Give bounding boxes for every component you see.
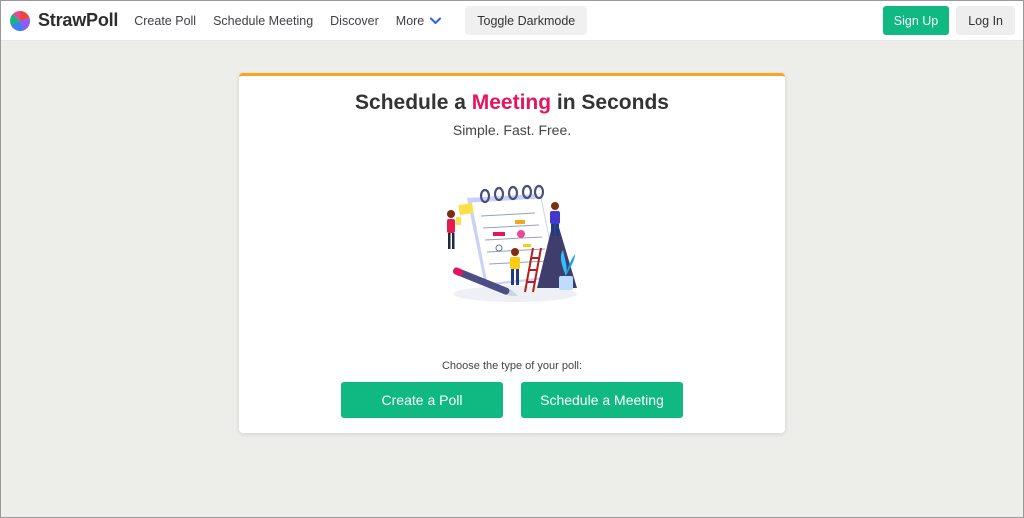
nav-links: Create Poll Schedule Meeting Discover Mo… [134,6,588,35]
chevron-down-icon [430,17,442,24]
top-navbar: StrawPoll Create Poll Schedule Meeting D… [1,1,1023,41]
login-button[interactable]: Log In [956,6,1015,35]
hero-card: Schedule a Meeting in Seconds Simple. Fa… [239,73,785,433]
brand-name: StrawPoll [38,10,119,30]
page-title: Schedule a Meeting in Seconds [239,91,785,115]
nav-more-dropdown[interactable]: More [395,13,442,28]
nav-create-poll[interactable]: Create Poll [134,14,196,28]
brand-home-link[interactable]: StrawPoll [10,10,118,31]
nav-auth: Sign Up Log In [882,6,1015,35]
title-part-2: in Seconds [551,91,669,114]
choose-poll-type-label: Choose the type of your poll: [441,360,583,372]
nav-schedule-meeting[interactable]: Schedule Meeting [213,14,313,28]
strawpoll-logo-icon [10,10,30,31]
title-part-1: Schedule a [355,91,472,114]
nav-discover[interactable]: Discover [330,14,379,28]
schedule-meeting-button[interactable]: Schedule a Meeting [521,382,683,418]
nav-more-label: More [395,13,425,28]
tagline: Simple. Fast. Free. [452,122,572,138]
poll-type-buttons: Create a Poll Schedule a Meeting [239,382,785,418]
toggle-darkmode-button[interactable]: Toggle Darkmode [465,6,588,35]
title-accent: Meeting [471,91,552,114]
signup-button[interactable]: Sign Up [882,6,950,35]
calendar-illustration [447,184,577,302]
create-poll-button[interactable]: Create a Poll [341,382,503,418]
